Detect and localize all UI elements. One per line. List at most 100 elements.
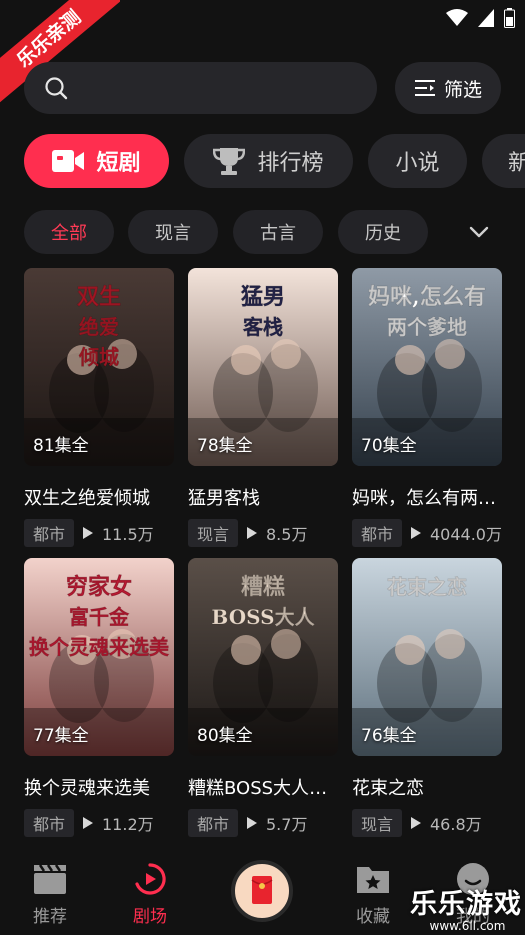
red-envelope-button[interactable] bbox=[231, 860, 293, 922]
poster-title-line: 换个灵魂来选美 bbox=[29, 635, 170, 659]
play-icon bbox=[247, 527, 257, 539]
chevron-down-icon bbox=[469, 226, 489, 238]
nav-theater[interactable]: 剧场 bbox=[110, 862, 190, 927]
poster-image: 穷家女富千金换个灵魂来选美 77集全 bbox=[24, 558, 174, 756]
status-bar: 乐乐亲测 bbox=[0, 0, 525, 107]
drama-meta: 都市 11.5万 bbox=[24, 519, 174, 547]
watermark-url: www.6ll.com bbox=[429, 919, 506, 933]
drama-meta: 现言 46.8万 bbox=[352, 809, 502, 837]
chip-all[interactable]: 全部 bbox=[24, 210, 114, 254]
nav-label: 剧场 bbox=[133, 907, 167, 927]
drama-title: 换个灵魂来选美 bbox=[24, 778, 150, 798]
filter-label: 筛选 bbox=[443, 78, 482, 101]
drama-card[interactable]: 妈咪,怎么有两个爹地 70集全 妈咪，怎么有两个爹地 都市 4044.0万 bbox=[352, 268, 502, 547]
search-icon bbox=[45, 77, 68, 100]
chip-label: 全部 bbox=[51, 223, 87, 244]
folder-star-icon bbox=[357, 867, 389, 893]
filter-icon bbox=[414, 80, 435, 96]
nav-favorites[interactable]: 收藏 bbox=[333, 862, 413, 927]
drama-meta: 都市 4044.0万 bbox=[352, 519, 502, 547]
poster-title-line: 双生 bbox=[77, 284, 121, 310]
episode-count: 76集全 bbox=[361, 726, 417, 746]
tab-short-drama[interactable]: 短剧 bbox=[24, 134, 169, 188]
poster-title-line: 花束之恋 bbox=[387, 575, 467, 599]
poster-image: 糟糕 BOSS大人 80集全 bbox=[188, 558, 338, 756]
poster-title-line: 倾城 bbox=[78, 345, 119, 369]
view-count: 11.5万 bbox=[102, 525, 154, 544]
poster-title-line: 猛男 bbox=[240, 284, 285, 310]
filter-button[interactable]: 筛选 bbox=[395, 62, 501, 114]
drama-title: 妈咪，怎么有两个爹地 bbox=[352, 488, 502, 508]
drama-title: 花束之恋 bbox=[352, 778, 424, 798]
tab-label: 短剧 bbox=[96, 151, 141, 176]
view-count: 11.2万 bbox=[102, 815, 154, 834]
play-icon bbox=[411, 527, 421, 539]
drama-card[interactable]: 双生绝爱倾城 81集全 双生之绝爱倾城 都市 11.5万 bbox=[24, 268, 174, 547]
chip-label: 古言 bbox=[260, 223, 296, 244]
play-icon bbox=[83, 527, 93, 539]
episode-count: 80集全 bbox=[197, 726, 253, 746]
tab-novel[interactable]: 小说 bbox=[368, 134, 467, 188]
chip-history[interactable]: 历史 bbox=[338, 210, 428, 254]
drama-title: 猛男客栈 bbox=[188, 488, 260, 508]
play-icon bbox=[411, 817, 421, 829]
play-icon bbox=[247, 817, 257, 829]
drama-card[interactable]: 糟糕 BOSS大人 80集全 糟糕BOSS大人太撩人 都市 5.7万 bbox=[188, 558, 338, 837]
genre-tag: 都市 bbox=[24, 809, 74, 837]
poster-image: 猛男客栈 78集全 bbox=[188, 268, 338, 466]
poster-title-line: 富千金 bbox=[69, 605, 130, 629]
signal-icon bbox=[478, 9, 494, 27]
drama-card[interactable]: 穷家女富千金换个灵魂来选美 77集全 换个灵魂来选美 都市 11.2万 bbox=[24, 558, 174, 837]
drama-meta: 现言 8.5万 bbox=[188, 519, 338, 547]
watermark-brand: 乐乐游戏 bbox=[410, 889, 522, 920]
chip-label: 历史 bbox=[365, 223, 401, 244]
episode-count: 81集全 bbox=[33, 436, 89, 456]
red-envelope-icon bbox=[251, 876, 273, 904]
tab-label: 排行榜 bbox=[257, 151, 324, 176]
drama-card[interactable]: 猛男 客栈 78集全 猛男客栈 现言 8.5万 bbox=[188, 268, 338, 547]
site-watermark: 乐乐游戏 www.6ll.com bbox=[410, 882, 525, 935]
view-count: 8.5万 bbox=[266, 525, 308, 544]
poster-title-line: 穷家女 bbox=[66, 574, 132, 600]
video-camera-icon bbox=[52, 150, 85, 172]
nav-label: 收藏 bbox=[356, 907, 390, 927]
chip-modern-romance[interactable]: 现言 bbox=[128, 210, 218, 254]
wifi-icon bbox=[446, 9, 468, 26]
trophy-icon bbox=[213, 148, 246, 175]
view-count: 5.7万 bbox=[266, 815, 308, 834]
drama-card[interactable]: 花束之恋 76集全 花束之恋 现言 46.8万 bbox=[352, 558, 502, 837]
genre-tag: 现言 bbox=[352, 809, 402, 837]
chip-ancient-romance[interactable]: 古言 bbox=[233, 210, 323, 254]
poster-image: 双生绝爱倾城 81集全 bbox=[24, 268, 174, 466]
drama-title: 双生之绝爱倾城 bbox=[24, 488, 150, 508]
play-circle-icon bbox=[135, 863, 166, 895]
poster-title-line: 糟糕 bbox=[241, 574, 285, 600]
drama-title: 糟糕BOSS大人太撩人 bbox=[188, 778, 338, 798]
tab-new[interactable]: 新 bbox=[482, 134, 525, 188]
chip-label: 现言 bbox=[155, 223, 191, 244]
status-icons bbox=[446, 8, 515, 28]
episode-count: 77集全 bbox=[33, 726, 89, 746]
nav-label: 推荐 bbox=[33, 907, 67, 927]
search-input[interactable] bbox=[24, 62, 377, 114]
poster-title-line: 客栈 bbox=[242, 315, 283, 339]
genre-tag: 都市 bbox=[24, 519, 74, 547]
poster-title-line: BOSS大人 bbox=[211, 605, 315, 629]
expand-genres-button[interactable] bbox=[443, 210, 525, 254]
episode-count: 70集全 bbox=[361, 436, 417, 456]
poster-title-line: 两个爹地 bbox=[387, 315, 467, 339]
tab-label: 新 bbox=[508, 151, 525, 176]
battery-icon bbox=[504, 8, 515, 28]
episode-count: 78集全 bbox=[197, 436, 253, 456]
poster-image: 花束之恋 76集全 bbox=[352, 558, 502, 756]
main-tabs: 短剧 排行榜 小说 新 bbox=[24, 134, 525, 188]
view-count: 46.8万 bbox=[430, 815, 482, 834]
drama-meta: 都市 11.2万 bbox=[24, 809, 174, 837]
drama-meta: 都市 5.7万 bbox=[188, 809, 338, 837]
nav-recommend[interactable]: 推荐 bbox=[10, 862, 90, 927]
tab-ranking[interactable]: 排行榜 bbox=[184, 134, 353, 188]
poster-title-line: 绝爱 bbox=[79, 315, 119, 339]
play-icon bbox=[83, 817, 93, 829]
genre-tag: 都市 bbox=[188, 809, 238, 837]
poster-image: 妈咪,怎么有 两个爹地 70集全 bbox=[352, 268, 502, 466]
